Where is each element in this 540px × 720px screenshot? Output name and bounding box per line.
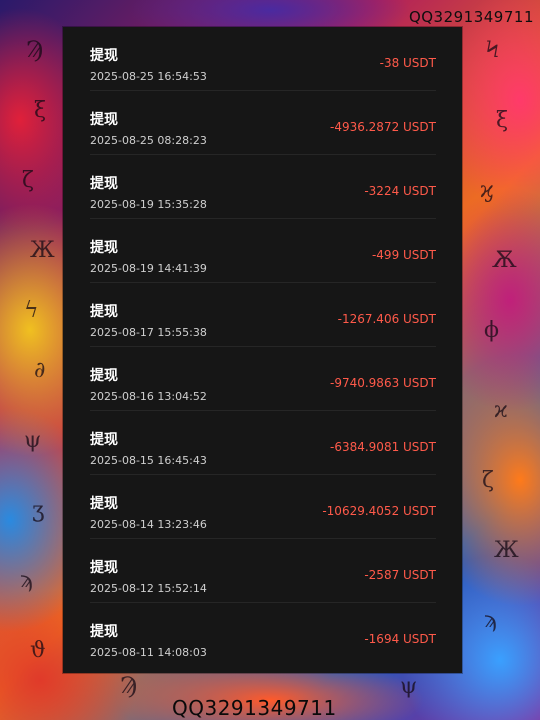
decorative-glyph: Ж — [494, 538, 519, 563]
record-amount: -9740.9863 USDT — [329, 376, 436, 390]
decorative-glyph: ϡ — [20, 568, 33, 593]
decorative-glyph: ψ — [24, 428, 42, 453]
record-timestamp: 2025-08-11 14:08:03 — [90, 646, 207, 659]
record-timestamp: 2025-08-15 16:45:43 — [90, 454, 207, 467]
decorative-glyph: ʒ — [32, 498, 45, 523]
decorative-glyph: Ϟ — [486, 38, 499, 63]
decorative-glyph: ξ — [34, 98, 47, 123]
record-type-label: 提现 — [90, 304, 118, 320]
record-amount: -3224 USDT — [364, 184, 436, 198]
record-type-label: 提现 — [90, 624, 118, 640]
decorative-glyph: ζ — [22, 168, 34, 193]
record-amount: -10629.4052 USDT — [322, 504, 436, 518]
record-timestamp: 2025-08-25 16:54:53 — [90, 70, 207, 83]
watermark-top: QQ3291349711 — [408, 8, 534, 26]
withdrawal-record-row[interactable]: 提现 2025-08-14 13:23:46 -10629.4052 USDT — [90, 475, 436, 539]
withdrawal-record-row[interactable]: 提现 2025-08-12 15:52:14 -2587 USDT — [90, 539, 436, 603]
record-timestamp: 2025-08-14 13:23:46 — [90, 518, 207, 531]
record-type-label: 提现 — [90, 112, 118, 128]
withdrawal-records-panel: 提现 2025-08-25 16:54:53 -38 USDT 提现 2025-08-2… — [63, 27, 462, 673]
decorative-glyph: ϗ — [480, 178, 494, 203]
record-type-label: 提现 — [90, 48, 118, 64]
decorative-glyph: Ϡ — [26, 38, 44, 63]
decorative-glyph: ϡ — [484, 608, 497, 633]
decorative-glyph: Ж — [30, 238, 55, 263]
decorative-glyph: ζ — [482, 468, 494, 493]
decorative-glyph: ϰ — [494, 398, 508, 423]
withdrawal-record-row[interactable]: 提现 2025-08-19 15:35:28 -3224 USDT — [90, 155, 436, 219]
record-amount: -1694 USDT — [364, 632, 436, 646]
record-timestamp: 2025-08-17 15:55:38 — [90, 326, 207, 339]
withdrawal-record-row[interactable]: 提现 2025-08-25 08:28:23 -4936.2872 USDT — [90, 91, 436, 155]
record-amount: -2587 USDT — [364, 568, 436, 582]
withdrawal-record-row[interactable]: 提现 2025-08-15 16:45:43 -6384.9081 USDT — [90, 411, 436, 475]
withdrawal-list: 提现 2025-08-25 16:54:53 -38 USDT 提现 2025-08-2… — [90, 27, 436, 667]
withdrawal-record-row[interactable]: 提现 2025-08-16 13:04:52 -9740.9863 USDT — [90, 347, 436, 411]
record-timestamp: 2025-08-19 15:35:28 — [90, 198, 207, 211]
record-type-label: 提现 — [90, 368, 118, 384]
record-amount: -4936.2872 USDT — [329, 120, 436, 134]
decorative-glyph: Ѫ — [492, 248, 517, 273]
watermark-bottom: QQ3291349711 — [172, 696, 337, 720]
record-timestamp: 2025-08-25 08:28:23 — [90, 134, 207, 147]
decorative-glyph: ϕ — [484, 318, 499, 343]
record-type-label: 提现 — [90, 432, 118, 448]
record-type-label: 提现 — [90, 240, 118, 256]
withdrawal-record-row[interactable]: 提现 2025-08-17 15:55:38 -1267.406 USDT — [90, 283, 436, 347]
decorative-glyph: Ϡ — [120, 674, 138, 699]
record-amount: -38 USDT — [379, 56, 436, 70]
withdrawal-record-row[interactable]: 提现 2025-08-11 14:08:03 -1694 USDT — [90, 603, 436, 667]
record-timestamp: 2025-08-12 15:52:14 — [90, 582, 207, 595]
withdrawal-record-row[interactable]: 提现 2025-08-25 16:54:53 -38 USDT — [90, 27, 436, 91]
record-type-label: 提现 — [90, 176, 118, 192]
record-amount: -6384.9081 USDT — [329, 440, 436, 454]
decorative-glyph: ϟ — [24, 298, 39, 323]
decorative-glyph: ψ — [400, 674, 418, 699]
record-timestamp: 2025-08-19 14:41:39 — [90, 262, 207, 275]
record-type-label: 提现 — [90, 560, 118, 576]
decorative-glyph: ξ — [496, 108, 509, 133]
decorative-glyph: ϑ — [30, 638, 46, 663]
decorative-glyph: ∂ — [34, 358, 46, 383]
record-amount: -1267.406 USDT — [337, 312, 436, 326]
record-amount: -499 USDT — [371, 248, 436, 262]
withdrawal-record-row[interactable]: 提现 2025-08-19 14:41:39 -499 USDT — [90, 219, 436, 283]
record-timestamp: 2025-08-16 13:04:52 — [90, 390, 207, 403]
record-type-label: 提现 — [90, 496, 118, 512]
